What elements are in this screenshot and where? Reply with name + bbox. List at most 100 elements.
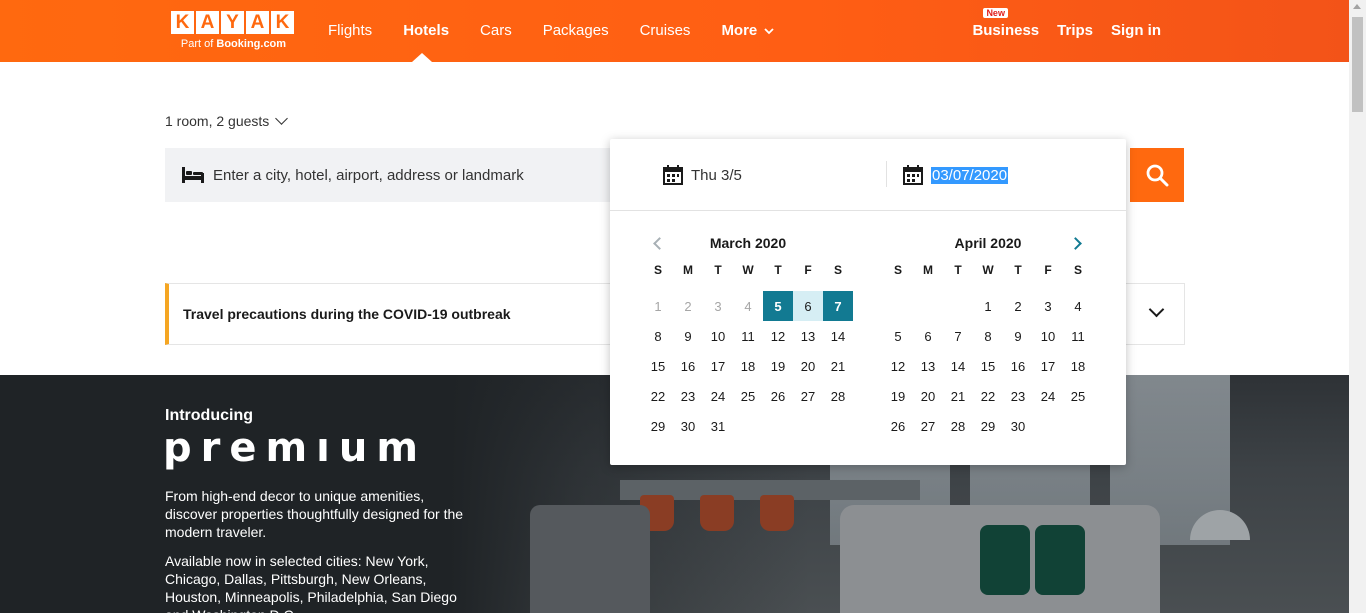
calendar-day[interactable]: 20 [913,381,943,411]
calendar-day[interactable]: 13 [793,321,823,351]
calendar-day[interactable]: 21 [823,351,853,381]
calendar-day[interactable]: 14 [823,321,853,351]
nav-hotels[interactable]: Hotels [403,22,449,39]
calendar-day[interactable]: 17 [703,351,733,381]
calendar-day[interactable]: 24 [1033,381,1063,411]
calendar-day[interactable]: 10 [1033,321,1063,351]
weekday-header: S M T W T F S [883,263,1093,283]
weekday-label: S [893,263,902,277]
calendar-day[interactable]: 26 [763,381,793,411]
calendar-day[interactable]: 19 [883,381,913,411]
calendar-day[interactable]: 30 [673,411,703,441]
weekday-label: F [1044,263,1052,277]
covid-notice-text: Travel precautions during the COVID-19 o… [183,306,511,322]
calendar-day[interactable]: 27 [913,411,943,441]
calendar-day[interactable]: 11 [1063,321,1093,351]
account-nav: New Business Trips Sign in [954,8,1161,39]
calendar-day[interactable]: 18 [1063,351,1093,381]
stool-shape [760,495,794,531]
calendar-day-in-range[interactable]: 6 [793,291,823,321]
chevron-down-icon [275,112,289,125]
calendar-day[interactable]: 24 [703,381,733,411]
chevron-down-icon[interactable] [1148,301,1165,318]
calendar-day[interactable]: 31 [703,411,733,441]
calendar-day[interactable]: 13 [913,351,943,381]
logo-letter: A [246,11,269,34]
weekday-header: S M T W T F S [643,263,853,283]
premium-logo: premıum [163,425,428,471]
calendar-day[interactable]: 28 [823,381,853,411]
calendar-day[interactable]: 12 [763,321,793,351]
calendar-day-selected[interactable]: 7 [823,291,853,321]
trips-link[interactable]: Trips [1057,22,1093,39]
calendar-day[interactable]: 15 [973,351,1003,381]
calendar-day-selected[interactable]: 5 [763,291,793,321]
calendar-day[interactable]: 1 [973,291,1003,321]
calendar-day[interactable]: 9 [673,321,703,351]
scroll-thumb[interactable] [1352,17,1363,112]
calendar-day[interactable]: 10 [703,321,733,351]
calendar-day[interactable]: 17 [1033,351,1063,381]
calendar-day: 4 [744,298,752,314]
calendar-day[interactable]: 30 [1003,411,1033,441]
calendar-day[interactable]: 23 [1003,381,1033,411]
nav-more[interactable]: More [721,22,775,39]
calendar-day[interactable]: 16 [1003,351,1033,381]
main-nav: Flights Hotels Cars Packages Cruises Mor… [328,22,805,39]
calendar-day[interactable]: 29 [643,411,673,441]
nav-cars[interactable]: Cars [480,22,512,39]
premium-intro: Introducing [165,407,253,424]
calendar-day[interactable]: 21 [943,381,973,411]
calendar-day[interactable]: 2 [1003,291,1033,321]
stool-shape [700,495,734,531]
sign-in-link[interactable]: Sign in [1111,22,1161,39]
calendar-day[interactable]: 27 [793,381,823,411]
calendar-empty-cell [883,291,913,321]
calendar-day[interactable]: 22 [643,381,673,411]
business-link[interactable]: New Business [972,8,1039,39]
scroll-up-arrow-icon[interactable] [1353,4,1361,9]
page: K A Y A K Part of Booking.com Flights Ho… [0,0,1366,613]
calendar-day[interactable]: 23 [673,381,703,411]
destination-field[interactable] [165,148,610,202]
nav-flights[interactable]: Flights [328,22,372,39]
kayak-logo[interactable]: K A Y A K Part of Booking.com [171,11,296,53]
page-scrollbar[interactable] [1349,0,1366,613]
calendar-day[interactable]: 12 [883,351,913,381]
calendar-day[interactable]: 16 [673,351,703,381]
date-picker-header: Thu 3/5 03/07/2020 [610,139,1126,211]
destination-input[interactable] [213,166,593,184]
calendar-day[interactable]: 8 [973,321,1003,351]
pillow-shape [980,525,1030,595]
calendar-day[interactable]: 18 [733,351,763,381]
calendar-day[interactable]: 29 [973,411,1003,441]
calendar-day[interactable]: 6 [913,321,943,351]
search-button[interactable] [1130,148,1184,202]
calendar-day[interactable]: 4 [1063,291,1093,321]
calendar-day[interactable]: 25 [733,381,763,411]
check-out-field[interactable]: 03/07/2020 [903,165,1009,185]
calendar-day[interactable]: 22 [973,381,1003,411]
calendar-day[interactable]: 8 [643,321,673,351]
calendar-day[interactable]: 28 [943,411,973,441]
calendar-day[interactable]: 5 [883,321,913,351]
weekday-label: W [742,263,754,277]
calendar-day[interactable]: 20 [793,351,823,381]
nav-packages[interactable]: Packages [543,22,609,39]
calendar-day[interactable]: 7 [943,321,973,351]
calendar-day[interactable]: 11 [733,321,763,351]
calendar-month-march: March 2020 S M T W T F S 1 2 3 4 5 6 7 8 9 10 11 12… [643,235,853,441]
check-out-value[interactable]: 03/07/2020 [931,166,1009,184]
calendar-day[interactable]: 19 [763,351,793,381]
calendar-day[interactable]: 3 [1033,291,1063,321]
rooms-guests-selector[interactable]: 1 room, 2 guests [165,112,289,129]
calendar-day[interactable]: 26 [883,411,913,441]
calendar-day[interactable]: 15 [643,351,673,381]
nav-cruises[interactable]: Cruises [640,22,691,39]
calendar-day[interactable]: 25 [1063,381,1093,411]
month-title: March 2020 [709,235,787,251]
check-in-field[interactable]: Thu 3/5 [663,165,742,185]
calendar-day[interactable]: 9 [1003,321,1033,351]
rooms-guests-label: 1 room, 2 guests [165,113,270,129]
calendar-day[interactable]: 14 [943,351,973,381]
